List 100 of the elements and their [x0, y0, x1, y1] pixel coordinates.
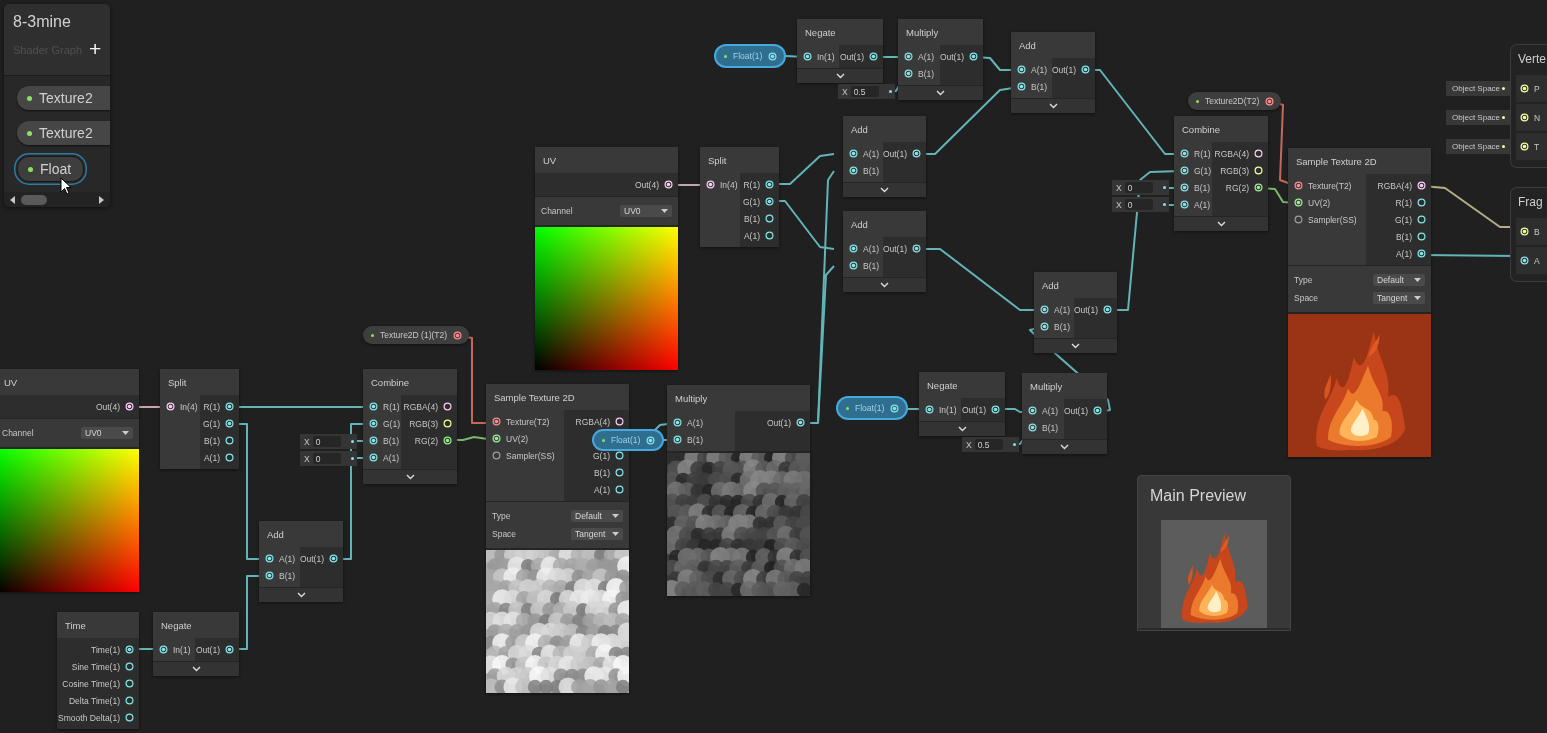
stack-port-row[interactable]: B	[1516, 218, 1547, 245]
node-card[interactable]: Sample Texture 2D Texture(T2) UV(2) Sampler(SS) RGBA(4) R(1) G(1) B(1) A(1) Type Default Space Tangent	[1288, 148, 1431, 457]
port-icon[interactable]	[1520, 256, 1529, 265]
port-icon[interactable]	[869, 52, 878, 61]
space-field[interactable]: Object Space	[1446, 110, 1510, 125]
node-card[interactable]: Split In(4) R(1) G(1) B(1) A(1)	[160, 369, 239, 469]
port-icon[interactable]	[796, 418, 805, 427]
port-icon[interactable]	[225, 419, 234, 428]
port-icon[interactable]	[1028, 423, 1037, 432]
port-icon[interactable]	[1028, 406, 1037, 415]
node-card[interactable]: Split In(4) R(1) G(1) B(1) A(1)	[700, 147, 779, 247]
node-card[interactable]: UV Out(4) Channel UV0	[0, 369, 139, 592]
port-icon[interactable]	[765, 197, 774, 206]
port-icon[interactable]	[765, 231, 774, 240]
port-icon[interactable]	[125, 645, 134, 654]
port-icon[interactable]	[1017, 82, 1026, 91]
port-icon[interactable]	[125, 696, 134, 705]
port-icon[interactable]	[1180, 166, 1189, 175]
port-icon[interactable]	[765, 180, 774, 189]
property-pill[interactable]: Texture2D (1)(T2)	[363, 326, 470, 344]
port-icon[interactable]	[849, 166, 858, 175]
port-icon[interactable]	[673, 435, 682, 444]
node-card[interactable]: Time Time(1) Sine Time(1) Cosine Time(1) Delta Time(1) Smooth Delta(1)	[57, 612, 139, 729]
node-card[interactable]: Negate In(1) Out(1)	[153, 612, 239, 676]
port-icon[interactable]	[765, 214, 774, 223]
port-icon[interactable]	[849, 149, 858, 158]
port-icon[interactable]	[912, 149, 921, 158]
node-card[interactable]: Combine R(1) G(1) B(1) A(1) RGBA(4) RGB(3) RG(2)	[363, 369, 457, 484]
port-icon[interactable]	[125, 713, 134, 722]
port-icon[interactable]	[225, 453, 234, 462]
number-field[interactable]: 0.5	[974, 439, 1003, 450]
stack-port-row[interactable]: A	[1516, 247, 1547, 274]
space-field[interactable]: Object Space	[1446, 81, 1510, 96]
port-icon[interactable]	[1081, 65, 1090, 74]
port-icon[interactable]	[904, 69, 913, 78]
port-icon[interactable]	[1180, 183, 1189, 192]
port-icon[interactable]	[925, 405, 934, 414]
dropdown-field[interactable]: Default	[1373, 274, 1425, 286]
port-icon[interactable]	[849, 261, 858, 270]
scrollbar[interactable]	[4, 192, 110, 207]
node-card[interactable]: Add A(1) B(1) Out(1)	[259, 521, 343, 602]
dropdown-field[interactable]: Default	[571, 510, 623, 522]
port-icon[interactable]	[492, 417, 501, 426]
port-icon[interactable]	[969, 52, 978, 61]
blackboard-property[interactable]: Texture2	[17, 86, 110, 110]
port-icon[interactable]	[159, 645, 168, 654]
property-pill[interactable]: Float(1)	[594, 431, 663, 449]
port-icon[interactable]	[615, 468, 624, 477]
node-card[interactable]: Multiply A(1) B(1) Out(1)	[1022, 373, 1107, 454]
node-card[interactable]: Negate In(1) Out(1)	[919, 372, 1005, 436]
port-icon[interactable]	[1417, 198, 1426, 207]
property-pill[interactable]: Texture2D(T2)	[1188, 92, 1282, 110]
node-card[interactable]: Multiply A(1) B(1) Out(1)	[898, 19, 983, 100]
port-icon[interactable]	[1093, 406, 1102, 415]
dropdown-field[interactable]: UV0	[81, 427, 133, 439]
port-icon[interactable]	[1180, 149, 1189, 158]
stack-port-row[interactable]: N	[1516, 104, 1547, 131]
left-arrow-icon[interactable]	[10, 195, 15, 204]
port-icon[interactable]	[369, 453, 378, 462]
port-icon[interactable]	[1417, 249, 1426, 258]
port-icon[interactable]	[1017, 65, 1026, 74]
port-icon[interactable]	[265, 571, 274, 580]
port-icon[interactable]	[1103, 305, 1112, 314]
node-card[interactable]: Add A(1) B(1) Out(1)	[843, 211, 926, 292]
port-icon[interactable]	[125, 679, 134, 688]
number-field[interactable]: 0	[312, 436, 341, 447]
blackboard-property[interactable]: Float	[17, 156, 85, 182]
port-icon[interactable]	[615, 485, 624, 494]
port-icon[interactable]	[912, 244, 921, 253]
node-card[interactable]: Multiply A(1) B(1) Out(1)	[667, 385, 810, 596]
port-icon[interactable]	[1294, 181, 1303, 190]
port-icon[interactable]	[1040, 322, 1049, 331]
port-icon[interactable]	[125, 662, 134, 671]
node-card[interactable]: Combine R(1) G(1) B(1) A(1) RGBA(4) RGB(3) RG(2)	[1174, 116, 1268, 231]
port-icon[interactable]	[225, 402, 234, 411]
number-field[interactable]: 0	[312, 453, 341, 464]
port-icon[interactable]	[369, 402, 378, 411]
node-card[interactable]: Add A(1) B(1) Out(1)	[1011, 32, 1095, 113]
port-icon[interactable]	[803, 52, 812, 61]
node-card[interactable]: Add A(1) B(1) Out(1)	[1034, 272, 1117, 353]
blackboard-property[interactable]: Texture2	[17, 121, 110, 145]
scroll-thumb[interactable]	[21, 194, 47, 205]
number-field[interactable]: 0.5	[850, 86, 879, 97]
dropdown-field[interactable]: UV0	[620, 205, 672, 217]
port-icon[interactable]	[369, 436, 378, 445]
dropdown-field[interactable]: Tangent	[1373, 292, 1425, 304]
node-card[interactable]: UV Out(4) Channel UV0	[535, 147, 678, 370]
property-pill[interactable]: Float(1)	[716, 46, 785, 66]
stack-port-row[interactable]: T	[1516, 133, 1547, 160]
port-icon[interactable]	[1417, 232, 1426, 241]
dropdown-field[interactable]: Tangent	[571, 528, 623, 540]
port-icon[interactable]	[1417, 215, 1426, 224]
right-arrow-icon[interactable]	[99, 195, 104, 204]
port-icon[interactable]	[225, 645, 234, 654]
node-card[interactable]: Negate In(1) Out(1)	[797, 19, 883, 83]
port-icon[interactable]	[225, 436, 234, 445]
port-icon[interactable]	[615, 451, 624, 460]
port-icon[interactable]	[265, 554, 274, 563]
space-field[interactable]: Object Space	[1446, 139, 1510, 154]
port-icon[interactable]	[1180, 200, 1189, 209]
